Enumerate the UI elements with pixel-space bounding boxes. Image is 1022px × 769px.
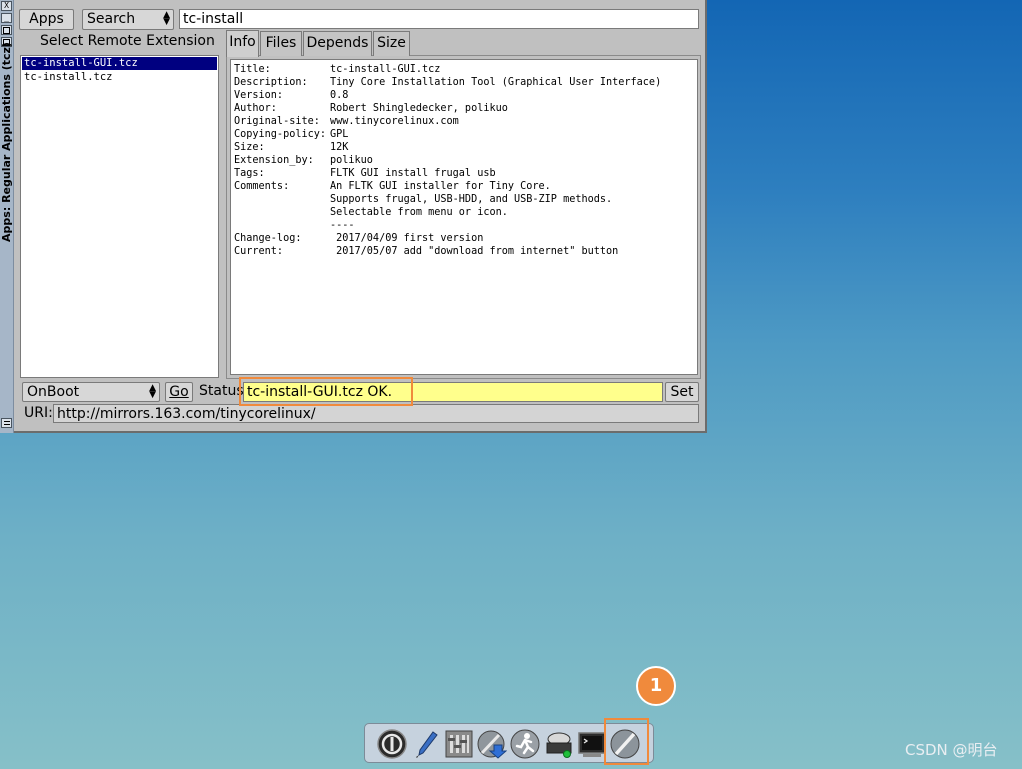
combo-arrows-icon: ▲ ▼ (149, 383, 156, 400)
uri-label: URI: (24, 405, 53, 421)
install-mode-select[interactable]: OnBoot ▲ ▼ (22, 382, 160, 402)
install-mode-value: OnBoot (27, 384, 80, 400)
info-row: Size: 12K (234, 141, 697, 154)
control-panel-icon[interactable] (444, 729, 474, 759)
info-key (234, 206, 330, 219)
info-row: Title: tc-install-GUI.tcz (234, 63, 697, 76)
info-key (234, 193, 330, 206)
go-button[interactable]: Go (165, 382, 193, 402)
apps-window: X _ Apps: Regular Applications (tcz) App… (0, 0, 707, 433)
run-icon[interactable] (510, 729, 540, 759)
search-mode-value: Search (87, 11, 136, 27)
combo-arrows-icon: ▲ ▼ (163, 10, 170, 27)
watermark: CSDN @明台 (905, 741, 998, 759)
mount-tool-icon[interactable] (544, 729, 574, 759)
apps-download-icon[interactable] (477, 729, 507, 759)
exit-icon[interactable] (377, 729, 407, 759)
info-text-area[interactable]: Title: tc-install-GUI.tcz Description: Tiny… (230, 59, 698, 375)
step-badge: 1 (636, 666, 676, 706)
info-value: ---- (330, 220, 355, 231)
info-value: FLTK GUI install frugal usb (330, 168, 496, 179)
list-item[interactable]: tc-install-GUI.tcz (22, 57, 217, 70)
info-row: Tags: FLTK GUI install frugal usb (234, 167, 697, 180)
info-value: Selectable from menu or icon. (330, 207, 508, 218)
info-row: Copying-policy: GPL (234, 128, 697, 141)
apps-menu-button[interactable]: Apps (19, 9, 74, 30)
close-button[interactable]: X (1, 1, 12, 11)
info-key: Title: (234, 64, 271, 75)
info-value: Supports frugal, USB-HDD, and USB-ZIP me… (330, 194, 613, 205)
info-value: Robert Shingledecker, polikuo (330, 103, 508, 114)
status-label: Status (199, 383, 244, 399)
info-row: Current: 2017/05/07 add "download from i… (234, 245, 697, 258)
info-key: Size: (234, 142, 265, 153)
extension-list-heading: Select Remote Extension (40, 33, 215, 49)
info-value: An FLTK GUI installer for Tiny Core. (330, 181, 551, 192)
info-key: Change-log: (234, 233, 302, 244)
info-value: tc-install-GUI.tcz (330, 64, 441, 75)
info-value: 2017/05/07 add "download from internet" … (330, 246, 619, 257)
window-title: Apps: Regular Applications (tcz) (0, 42, 13, 242)
status-highlight-box (239, 377, 413, 406)
tab-files[interactable]: Files (260, 31, 302, 56)
window-titlebar[interactable]: X _ Apps: Regular Applications (tcz) (0, 0, 14, 433)
search-input[interactable]: tc-install (179, 9, 699, 29)
editor-pen-icon[interactable] (411, 729, 441, 759)
info-value: 0.8 (330, 90, 349, 101)
terminal-icon[interactable] (577, 729, 607, 759)
tab-size[interactable]: Size (373, 31, 410, 56)
info-key: Version: (234, 90, 284, 101)
list-item[interactable]: tc-install.tcz (22, 71, 217, 84)
info-row: ---- (234, 219, 697, 232)
uri-field[interactable]: http://mirrors.163.com/tinycorelinux/ (53, 404, 699, 423)
window-menu-button[interactable] (1, 418, 12, 428)
info-key: Current: (234, 246, 284, 257)
info-row: Supports frugal, USB-HDD, and USB-ZIP me… (234, 193, 697, 206)
info-row: Author: Robert Shingledecker, polikuo (234, 102, 697, 115)
info-value: 12K (330, 142, 349, 153)
info-value: polikuo (330, 155, 373, 166)
info-value: 2017/04/09 first version (330, 233, 484, 244)
info-value: GPL (330, 129, 349, 140)
search-mode-select[interactable]: Search ▲ ▼ (82, 9, 174, 30)
info-row: Version: 0.8 (234, 89, 697, 102)
minimize-button[interactable]: _ (1, 13, 12, 23)
tab-info[interactable]: Info (226, 30, 259, 57)
info-row: Selectable from menu or icon. (234, 206, 697, 219)
dock-icon-highlight-box (604, 718, 649, 765)
set-button[interactable]: Set (665, 382, 699, 402)
info-key: Comments: (234, 181, 290, 192)
info-key: Description: (234, 77, 308, 88)
info-row: Comments: An FLTK GUI installer for Tiny … (234, 180, 697, 193)
info-key: Original-site: (234, 116, 320, 127)
info-row: Extension_by: polikuo (234, 154, 697, 167)
info-value: Tiny Core Installation Tool (Graphical U… (330, 77, 662, 88)
info-key: Author: (234, 103, 277, 114)
info-row: Description: Tiny Core Installation Tool … (234, 76, 697, 89)
info-key (234, 219, 330, 232)
extension-list[interactable]: tc-install-GUI.tcz tc-install.tcz (20, 55, 219, 378)
info-key: Tags: (234, 168, 265, 179)
info-value: www.tinycorelinux.com (330, 116, 459, 127)
info-row: Change-log: 2017/04/09 first version (234, 232, 697, 245)
info-row: Original-site: www.tinycorelinux.com (234, 115, 697, 128)
info-key: Extension_by: (234, 155, 314, 166)
info-key: Copying-policy: (234, 129, 327, 140)
tab-depends[interactable]: Depends (303, 31, 372, 56)
